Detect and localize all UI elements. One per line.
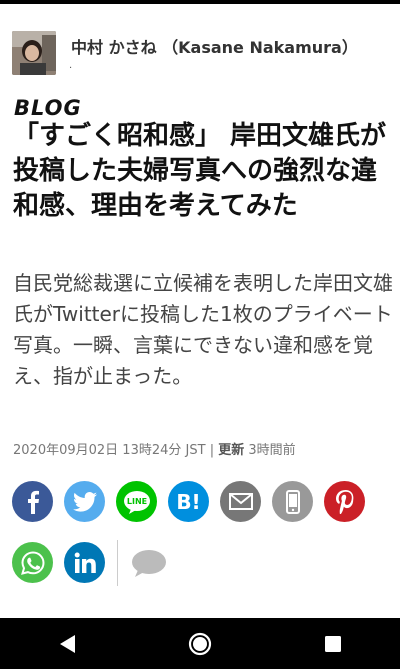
- share-line-button[interactable]: LINE: [116, 481, 157, 522]
- article-summary: 自民党総裁選に立候補を表明した岸田文雄氏がTwitterに投稿した1枚のプライベ…: [13, 271, 393, 388]
- comment-icon: [132, 549, 166, 577]
- avatar[interactable]: [12, 31, 56, 75]
- mobile-icon: [285, 489, 300, 514]
- pinterest-icon: [335, 489, 353, 514]
- home-icon: [188, 632, 212, 655]
- share-whatsapp-button[interactable]: [12, 542, 53, 583]
- share-bar-row-1: LINE B!: [12, 481, 365, 522]
- share-linkedin-button[interactable]: [64, 542, 105, 583]
- share-twitter-button[interactable]: [64, 481, 105, 522]
- author-name[interactable]: 中村 かさね （Kasane Nakamura）: [71, 34, 358, 58]
- email-icon: [228, 493, 253, 510]
- share-mobile-button[interactable]: [272, 481, 313, 522]
- back-icon: [59, 634, 75, 653]
- share-email-button[interactable]: [220, 481, 261, 522]
- nav-back-button[interactable]: [37, 618, 97, 669]
- meta-separator: |: [209, 443, 215, 458]
- android-nav-bar: [0, 618, 400, 669]
- updated-value: 3時間前: [248, 443, 296, 458]
- share-hatena-button[interactable]: B!: [168, 481, 209, 522]
- line-text: LINE: [126, 497, 146, 506]
- article-meta: 2020年09月02日 13時24分 JST | 更新 3時間前: [13, 439, 296, 458]
- author-subtitle: .: [69, 60, 73, 71]
- share-facebook-button[interactable]: [12, 481, 53, 522]
- hatena-icon: B!: [176, 489, 201, 514]
- whatsapp-icon: [20, 550, 45, 575]
- updated-label: 更新: [218, 443, 245, 458]
- author-avatar-wrap[interactable]: [12, 31, 56, 75]
- share-divider: [117, 540, 118, 586]
- status-bar: [0, 0, 400, 4]
- line-icon: LINE: [123, 490, 150, 514]
- twitter-icon: [72, 491, 97, 512]
- nav-recents-button[interactable]: [303, 618, 363, 669]
- share-bar-row-2: [12, 540, 169, 586]
- share-pinterest-button[interactable]: [324, 481, 365, 522]
- facebook-icon: [27, 490, 39, 514]
- published-date: 2020年09月02日 13時24分 JST: [13, 443, 206, 458]
- article-headline: 「すごく昭和感」 岸田文雄氏が投稿した夫婦写真への強烈な違和感、理由を考えてみた: [13, 121, 387, 221]
- nav-home-button[interactable]: [170, 618, 230, 669]
- blog-tag[interactable]: BLOG: [14, 96, 82, 120]
- recents-icon: [325, 635, 342, 652]
- linkedin-icon: [74, 552, 96, 573]
- comment-button[interactable]: [129, 542, 169, 583]
